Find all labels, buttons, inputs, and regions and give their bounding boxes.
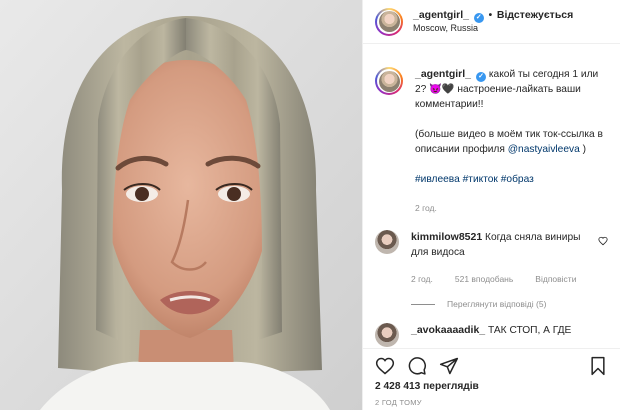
post-footer: 2 428 413 переглядів 2 ГОД ТОМУ (363, 348, 620, 410)
action-bar (375, 351, 608, 381)
follow-state-button[interactable]: Відстежується (497, 9, 573, 21)
hashtag-link[interactable]: #ивлеева (415, 174, 460, 185)
comment-likes-link[interactable]: 521 вподобань (455, 272, 513, 287)
instagram-post-view: _agentgirl_ ✓ • Відстежується Moscow, Ru… (0, 0, 620, 410)
post-caption: _agentgirl_ ✓ какой ты сегодня 1 или 2? 😈… (375, 67, 608, 216)
comment-reply-button[interactable]: Відповісти (535, 272, 576, 287)
author-avatar[interactable] (375, 7, 403, 36)
comments-list[interactable]: _agentgirl_ ✓ какой ты сегодня 1 или 2? 😈… (363, 45, 620, 348)
caption-time: 2 год. (415, 203, 437, 213)
share-icon[interactable] (439, 356, 459, 376)
bookmark-icon[interactable] (588, 356, 608, 376)
verified-badge-icon: ✓ (476, 72, 487, 82)
view-replies-button[interactable]: Переглянути відповіді (5) (411, 299, 608, 309)
comment-icon[interactable] (407, 356, 427, 376)
post-location[interactable]: Moscow, Russia (413, 23, 573, 34)
author-username[interactable]: _agentgirl_ (413, 9, 469, 21)
view-count[interactable]: 2 428 413 переглядів (375, 381, 608, 392)
verified-badge-icon: ✓ (473, 12, 484, 23)
commenter-avatar[interactable] (375, 323, 399, 347)
header-separator: • (488, 9, 493, 21)
caption-username[interactable]: _agentgirl_ (415, 68, 471, 80)
post-timestamp[interactable]: 2 ГОД ТОМУ (375, 398, 608, 407)
hashtag-link[interactable]: #образ (501, 174, 534, 185)
video-frame-image (0, 0, 362, 410)
commenter-username[interactable]: kimmilow8521 (411, 231, 482, 243)
replies-divider (411, 303, 435, 305)
post-side-panel: _agentgirl_ ✓ • Відстежується Moscow, Ru… (362, 0, 620, 410)
caption-text-end: ) (582, 144, 587, 155)
comment-item: kimmilow8521 Когда сняла виниры для видо… (375, 230, 608, 287)
commenter-avatar[interactable] (375, 230, 399, 254)
comment-time: 2 год. (411, 274, 433, 284)
caption-mention-link[interactable]: @nastyaivleeva (508, 144, 580, 155)
view-replies-label: Переглянути відповіді (5) (447, 299, 547, 309)
hashtag-link[interactable]: #тикток (463, 174, 498, 185)
commenter-username[interactable]: _avokaaaadik_ (411, 324, 485, 336)
comment-item: _avokaaaadik_ ТАК СТОП, А ГДЕ (375, 323, 608, 347)
caption-author-avatar[interactable] (375, 67, 403, 95)
post-video[interactable] (0, 0, 362, 410)
comment-text: ТАК СТОП, А ГДЕ (488, 325, 572, 336)
heart-icon[interactable] (598, 236, 608, 246)
post-header: _agentgirl_ ✓ • Відстежується Moscow, Ru… (363, 0, 620, 44)
heart-icon[interactable] (375, 356, 395, 376)
